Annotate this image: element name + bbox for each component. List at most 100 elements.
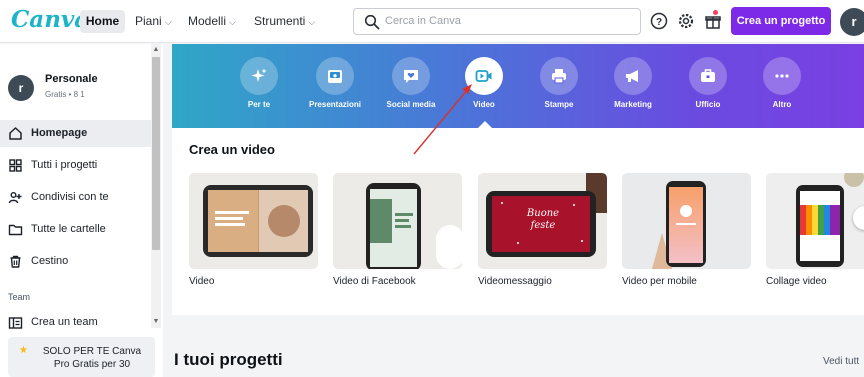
selected-category-indicator	[478, 121, 492, 128]
template-card-label: Video per mobile	[622, 276, 697, 287]
sparkle-icon	[251, 68, 267, 82]
template-card-video-message[interactable]: Buone feste	[478, 173, 607, 269]
nav-strumenti-label: Strumenti	[254, 14, 306, 28]
nav-piani-label: Piani	[135, 14, 162, 28]
heart-chat-icon	[404, 70, 418, 83]
megaphone-icon	[626, 70, 638, 82]
more-icon	[775, 74, 789, 78]
avatar[interactable]: r	[840, 8, 864, 36]
sidebar-item-label: Tutte le cartelle	[31, 223, 106, 235]
account-avatar[interactable]: r	[8, 75, 34, 101]
template-card-collage-video[interactable]	[766, 173, 864, 269]
category-ufficio[interactable]: Ufficio	[673, 57, 743, 109]
search-icon	[364, 14, 380, 30]
nav-strumenti[interactable]: Strumenti ⌵	[254, 10, 315, 33]
category-presentazioni[interactable]: Presentazioni	[300, 57, 370, 109]
gift-icon[interactable]	[704, 12, 722, 30]
category-label: Ufficio	[695, 100, 721, 109]
svg-text:?: ?	[656, 17, 662, 28]
scroll-up-arrow-icon[interactable]: ▲	[151, 45, 161, 55]
template-card-label: Collage video	[766, 276, 827, 287]
category-label: Marketing	[614, 100, 652, 109]
search-input[interactable]: Cerca in Canva	[353, 8, 641, 35]
section-title: Crea un video	[189, 142, 275, 157]
collage-video-thumbnail	[796, 173, 864, 267]
category-circle	[614, 57, 652, 95]
sidebar-item-create-team[interactable]: Crea un team	[0, 309, 151, 336]
see-all-link[interactable]: Vedi tutt	[823, 356, 859, 367]
notification-dot	[713, 10, 718, 15]
sidebar-item-label: Cestino	[31, 255, 69, 267]
account-name[interactable]: Personale	[45, 73, 98, 85]
template-card-mobile-video[interactable]	[622, 173, 751, 269]
category-circle	[240, 57, 278, 95]
promo-text: SOLO PER TE Canva Pro Gratis per 30	[32, 345, 152, 371]
pro-trial-promo[interactable]: ★ SOLO PER TE Canva Pro Gratis per 30	[8, 337, 155, 377]
briefcase-icon	[701, 69, 715, 82]
category-altro[interactable]: Altro	[747, 57, 817, 109]
printer-icon	[552, 69, 566, 84]
nav-piani[interactable]: Piani ⌵	[135, 10, 172, 33]
gear-icon[interactable]	[677, 12, 695, 30]
category-label: Stampe	[544, 100, 574, 109]
category-circle	[689, 57, 727, 95]
category-circle	[763, 57, 801, 95]
category-label: Per te	[247, 100, 271, 109]
promo-line-2: Pro Gratis per 30	[53, 359, 131, 370]
sidebar-item-trash[interactable]: Cestino	[0, 248, 151, 275]
template-card-video[interactable]	[189, 173, 318, 269]
template-card-label: Video	[189, 276, 215, 287]
sidebar-item-label: Crea un team	[31, 316, 98, 328]
sidebar-item-homepage[interactable]: Homepage	[0, 120, 151, 147]
category-per-te[interactable]: Per te	[224, 57, 294, 109]
sidebar-item-label: Homepage	[31, 127, 88, 139]
category-label: Altro	[772, 100, 792, 109]
sidebar-item-label: Condivisi con te	[31, 191, 109, 203]
category-circle	[316, 57, 354, 95]
category-marketing[interactable]: Marketing	[598, 57, 668, 109]
template-card-facebook-video[interactable]	[333, 173, 462, 269]
scroll-down-arrow-icon[interactable]: ▼	[151, 317, 161, 327]
facebook-video-thumbnail	[366, 183, 462, 269]
sidebar-item-label: Tutti i progetti	[31, 159, 98, 171]
category-label: Presentazioni	[308, 100, 361, 109]
sidebar-scrollbar-thumb[interactable]	[152, 57, 160, 250]
chevron-down-icon: ⌵	[164, 17, 172, 27]
sidebar-item-folders[interactable]: Tutte le cartelle	[0, 216, 151, 243]
team-section-label: Team	[8, 292, 31, 302]
nav-modelli-label: Modelli	[188, 14, 227, 28]
category-stampe[interactable]: Stampe	[524, 57, 594, 109]
team-icon	[8, 317, 23, 329]
sidebar-item-shared[interactable]: Condivisi con te	[0, 184, 151, 211]
star-icon: ★	[19, 345, 28, 356]
promo-line-1: SOLO PER TE Canva	[42, 346, 142, 357]
category-label: Social media	[386, 100, 436, 109]
search-placeholder: Cerca in Canva	[385, 15, 461, 27]
nav-home[interactable]: Home	[80, 10, 125, 33]
category-social-media[interactable]: Social media	[376, 57, 446, 109]
card-thumb-text: Buone feste	[526, 208, 560, 231]
sidebar-item-projects[interactable]: Tutti i progetti	[0, 152, 151, 179]
presentation-icon	[328, 70, 342, 83]
video-camera-icon	[475, 70, 492, 82]
nav-modelli[interactable]: Modelli ⌵	[188, 10, 236, 33]
mobile-video-thumbnail	[652, 181, 706, 269]
chevron-down-icon: ⌵	[229, 17, 236, 27]
help-icon[interactable]: ?	[650, 12, 668, 30]
category-circle	[465, 57, 503, 95]
create-design-button[interactable]: Crea un progetto	[731, 7, 831, 35]
category-label: Video	[473, 100, 495, 109]
canva-logo[interactable]: Canva	[11, 6, 89, 33]
account-plan: Gratis • 8 1	[45, 90, 85, 99]
chevron-down-icon: ⌵	[308, 17, 316, 27]
projects-title: I tuoi progetti	[174, 350, 283, 369]
template-card-label: Videomessaggio	[478, 276, 552, 287]
template-card-label: Video di Facebook	[333, 276, 416, 287]
video-thumbnail	[203, 185, 313, 257]
category-banner: Per te Presentazioni Social media Video …	[172, 44, 864, 128]
people-icon	[8, 192, 22, 204]
category-video[interactable]: Video	[449, 57, 519, 109]
folder-icon	[8, 224, 23, 236]
top-bar: Canva Home Piani ⌵ Modelli ⌵ Strumenti ⌵ Ce…	[0, 0, 864, 43]
home-icon	[9, 127, 22, 140]
